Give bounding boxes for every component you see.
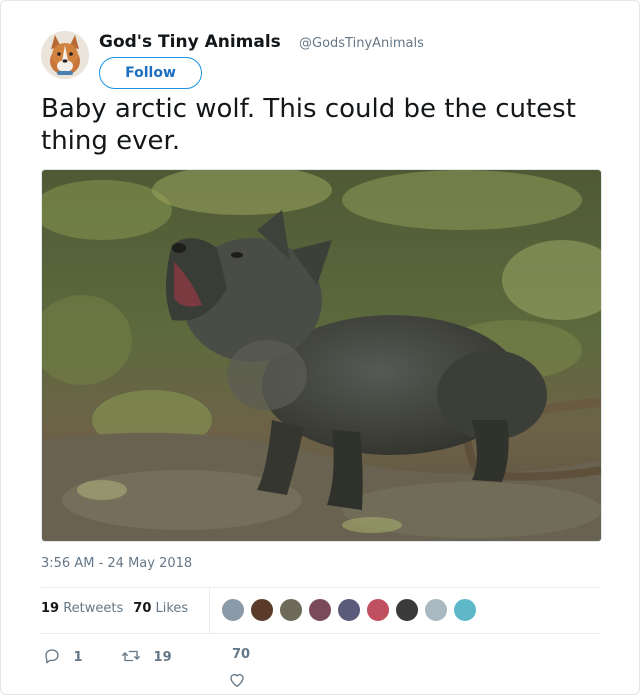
tweet-timestamp[interactable]: 3:56 AM - 24 May 2018 [41,556,192,571]
stats-separator [209,588,210,633]
tweet-card: God's Tiny Animals @GodsTinyAnimals Foll… [0,0,640,695]
divider-top [41,587,601,588]
follow-button[interactable]: Follow [99,57,202,89]
author-display-name[interactable]: God's Tiny Animals [99,32,281,52]
retweet-action[interactable]: 19 [121,647,172,665]
retweet-icon [122,650,140,662]
reply-count: 1 [73,650,83,665]
liker-avatar-3[interactable] [279,598,303,622]
retweets-label: Retweets [63,601,124,616]
retweets-count: 19 [41,601,60,616]
tweet-text: Baby arctic wolf. This could be the cute… [41,94,576,156]
liker-avatar-4[interactable] [308,598,332,622]
liker-avatar-1[interactable] [221,598,245,622]
liker-avatar-5[interactable] [337,598,361,622]
like-count: 70 [232,647,251,662]
heart-icon [230,673,244,687]
liker-avatar-8[interactable] [424,598,448,622]
author-handle[interactable]: @GodsTinyAnimals [299,36,424,51]
retweet-count: 19 [153,650,172,665]
divider-bottom [41,633,601,634]
like-count-action[interactable]: 70 [232,647,250,662]
tweet-stats: 19 Retweets 70 Likes [41,601,188,616]
wolf-pup-image [42,170,601,541]
tweet-photo[interactable] [41,169,602,542]
likes-label: Likes [155,601,189,616]
liker-avatar-7[interactable] [395,598,419,622]
liker-avatar-6[interactable] [366,598,390,622]
avatar[interactable] [41,31,89,79]
likes-count: 70 [133,601,152,616]
liker-avatar-9[interactable] [453,598,477,622]
corgi-avatar-image [41,31,89,79]
retweets-stat[interactable]: 19 Retweets [41,601,123,616]
reply-icon [45,649,59,664]
like-action[interactable] [228,671,246,692]
reply-action[interactable]: 1 [43,647,83,665]
likes-stat[interactable]: 70 Likes [133,601,188,616]
liker-avatar-2[interactable] [250,598,274,622]
